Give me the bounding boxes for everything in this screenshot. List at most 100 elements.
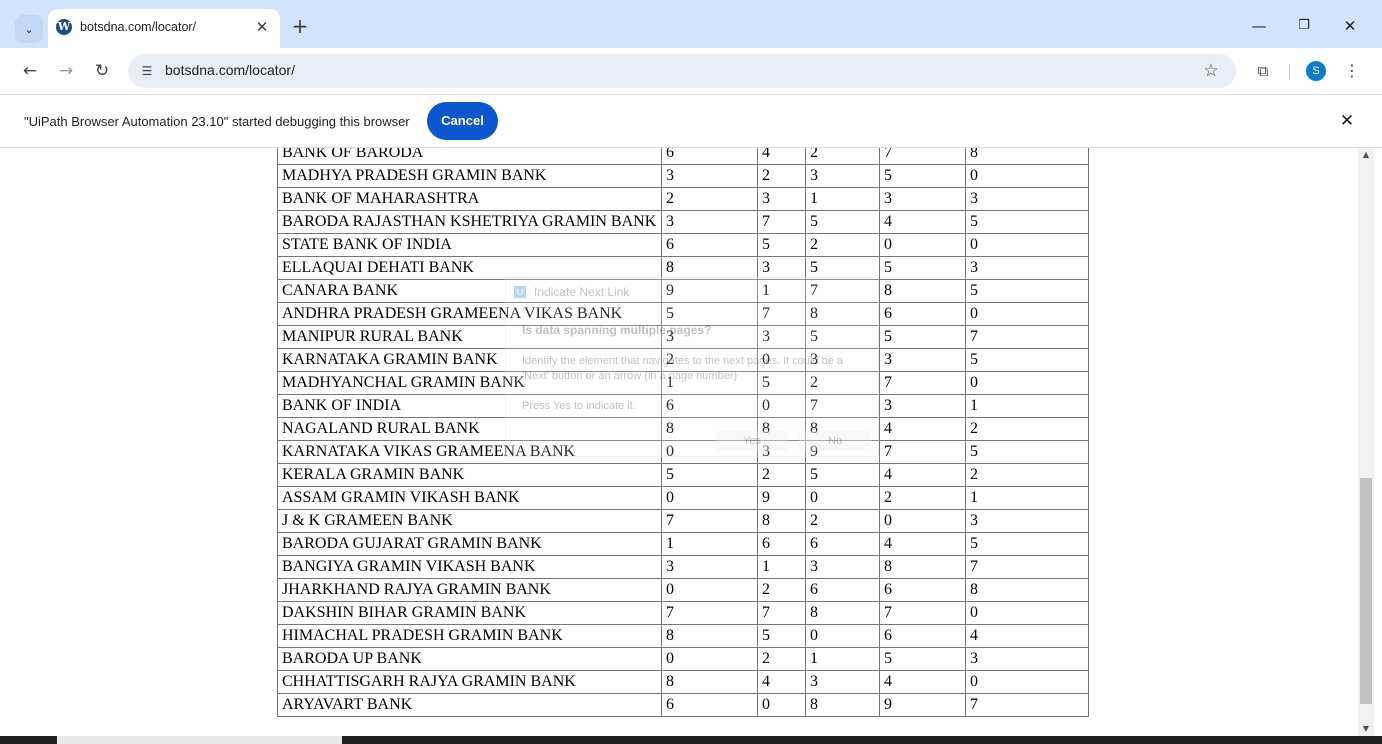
- value-cell: 4: [879, 210, 966, 234]
- value-cell: 4: [757, 670, 806, 694]
- bank-name-cell: ANDHRA PRADESH GRAMEENA VIKAS BANK: [277, 302, 662, 326]
- restore-icon[interactable]: ❐: [1294, 16, 1314, 36]
- value-cell: 5: [879, 325, 966, 349]
- value-cell: 7: [879, 371, 966, 395]
- back-arrow-icon[interactable]: ←: [19, 60, 41, 82]
- minimize-icon[interactable]: —: [1249, 16, 1269, 36]
- value-cell: 3: [879, 348, 966, 372]
- value-cell: 2: [805, 148, 880, 165]
- tab-search-button[interactable]: ⌄: [15, 15, 43, 43]
- value-cell: 2: [661, 187, 758, 211]
- value-cell: 9: [879, 693, 966, 717]
- value-cell: 1: [757, 555, 806, 579]
- value-cell: 8: [757, 417, 806, 441]
- value-cell: 0: [879, 233, 966, 257]
- value-cell: 3: [757, 187, 806, 211]
- infobar-close-icon[interactable]: ✕: [1337, 111, 1357, 131]
- table-row: MADHYA PRADESH GRAMIN BANK 3 2 3 5 0: [277, 164, 1089, 188]
- value-cell: 7: [879, 601, 966, 625]
- table-row: KARNATAKA VIKAS GRAMEENA BANK 0 3 9 7 5: [277, 440, 1089, 464]
- bookmark-star-icon[interactable]: ☆: [1200, 60, 1222, 82]
- value-cell: 3: [661, 555, 758, 579]
- value-cell: 1: [661, 532, 758, 556]
- table-row: CHHATTISGARH RAJYA GRAMIN BANK 8 4 3 4 0: [277, 670, 1089, 694]
- bank-name-cell: KARNATAKA VIKAS GRAMEENA BANK: [277, 440, 662, 464]
- profile-avatar[interactable]: S: [1306, 61, 1326, 81]
- bank-name-cell: BARODA GUJARAT GRAMIN BANK: [277, 532, 662, 556]
- value-cell: 3: [805, 348, 880, 372]
- value-cell: 5: [879, 647, 966, 671]
- value-cell: 5: [879, 256, 966, 280]
- tab-close-icon[interactable]: ✕: [252, 17, 272, 37]
- table-row: NAGALAND RURAL BANK 8 8 8 4 2: [277, 417, 1089, 441]
- value-cell: 0: [965, 233, 1089, 257]
- value-cell: 7: [805, 394, 880, 418]
- table-row: CANARA BANK 9 1 7 8 5: [277, 279, 1089, 303]
- value-cell: 0: [965, 371, 1089, 395]
- site-info-icon[interactable]: ☰: [138, 62, 156, 80]
- value-cell: 0: [661, 647, 758, 671]
- scrollbar-thumb[interactable]: [1360, 478, 1372, 704]
- table-row: BANK OF INDIA 6 0 7 3 1: [277, 394, 1089, 418]
- table-row: BANK OF MAHARASHTRA 2 3 1 3 3: [277, 187, 1089, 211]
- value-cell: 0: [757, 693, 806, 717]
- value-cell: 4: [879, 417, 966, 441]
- bank-name-cell: JHARKHAND RAJYA GRAMIN BANK: [277, 578, 662, 602]
- value-cell: 0: [805, 486, 880, 510]
- page-content: BANK OF BARODA 6 4 2 7 8 MADHYA PRADESH GRAMIN…: [8, 148, 1358, 736]
- table-row: BARODA GUJARAT GRAMIN BANK 1 6 6 4 5: [277, 532, 1089, 556]
- url-text[interactable]: botsdna.com/locator/: [165, 62, 295, 78]
- value-cell: 3: [965, 256, 1089, 280]
- value-cell: 6: [661, 233, 758, 257]
- value-cell: 0: [879, 509, 966, 533]
- address-bar[interactable]: ☰ botsdna.com/locator/ ☆: [128, 54, 1236, 88]
- forward-arrow-icon[interactable]: →: [55, 60, 77, 82]
- value-cell: 2: [757, 647, 806, 671]
- taskbar: [0, 736, 1382, 744]
- new-tab-button[interactable]: +: [288, 14, 312, 38]
- bank-name-cell: NAGALAND RURAL BANK: [277, 417, 662, 441]
- value-cell: 3: [661, 164, 758, 188]
- value-cell: 8: [661, 624, 758, 648]
- bank-name-cell: BANK OF MAHARASHTRA: [277, 187, 662, 211]
- value-cell: 7: [879, 148, 966, 165]
- reload-icon[interactable]: ↻: [91, 60, 113, 82]
- value-cell: 2: [757, 164, 806, 188]
- chevron-down-icon: ⌄: [24, 22, 34, 36]
- kebab-menu-icon[interactable]: ⋮: [1341, 60, 1363, 82]
- scroll-up-arrow-icon[interactable]: ▲: [1358, 148, 1374, 162]
- table-row: STATE BANK OF INDIA 6 5 2 0 0: [277, 233, 1089, 257]
- value-cell: 8: [879, 279, 966, 303]
- value-cell: 2: [805, 371, 880, 395]
- cancel-button[interactable]: Cancel: [427, 102, 498, 140]
- window-close-icon[interactable]: ✕: [1340, 16, 1360, 36]
- bank-name-cell: CHHATTISGARH RAJYA GRAMIN BANK: [277, 670, 662, 694]
- value-cell: 1: [661, 371, 758, 395]
- value-cell: 3: [661, 325, 758, 349]
- table-row: MANIPUR RURAL BANK 3 3 5 5 7: [277, 325, 1089, 349]
- taskbar-search[interactable]: [57, 736, 342, 744]
- extensions-puzzle-icon[interactable]: ⧉: [1252, 60, 1274, 82]
- value-cell: 5: [757, 624, 806, 648]
- value-cell: 4: [879, 532, 966, 556]
- bank-name-cell: BANK OF BARODA: [277, 148, 662, 165]
- scroll-down-arrow-icon[interactable]: ▼: [1358, 722, 1374, 736]
- bank-name-cell: MADHYANCHAL GRAMIN BANK: [277, 371, 662, 395]
- value-cell: 3: [965, 647, 1089, 671]
- value-cell: 4: [757, 148, 806, 165]
- value-cell: 6: [661, 693, 758, 717]
- bank-name-cell: HIMACHAL PRADESH GRAMIN BANK: [277, 624, 662, 648]
- value-cell: 2: [879, 486, 966, 510]
- value-cell: 1: [805, 647, 880, 671]
- value-cell: 1: [965, 394, 1089, 418]
- value-cell: 6: [661, 148, 758, 165]
- value-cell: 3: [965, 187, 1089, 211]
- value-cell: 3: [805, 164, 880, 188]
- bank-name-cell: DAKSHIN BIHAR GRAMIN BANK: [277, 601, 662, 625]
- vertical-scrollbar[interactable]: ▲ ▼: [1358, 148, 1374, 736]
- value-cell: 8: [661, 417, 758, 441]
- active-tab[interactable]: W botsdna.com/locator/ ✕: [48, 9, 280, 48]
- value-cell: 1: [965, 486, 1089, 510]
- value-cell: 0: [965, 164, 1089, 188]
- value-cell: 0: [757, 348, 806, 372]
